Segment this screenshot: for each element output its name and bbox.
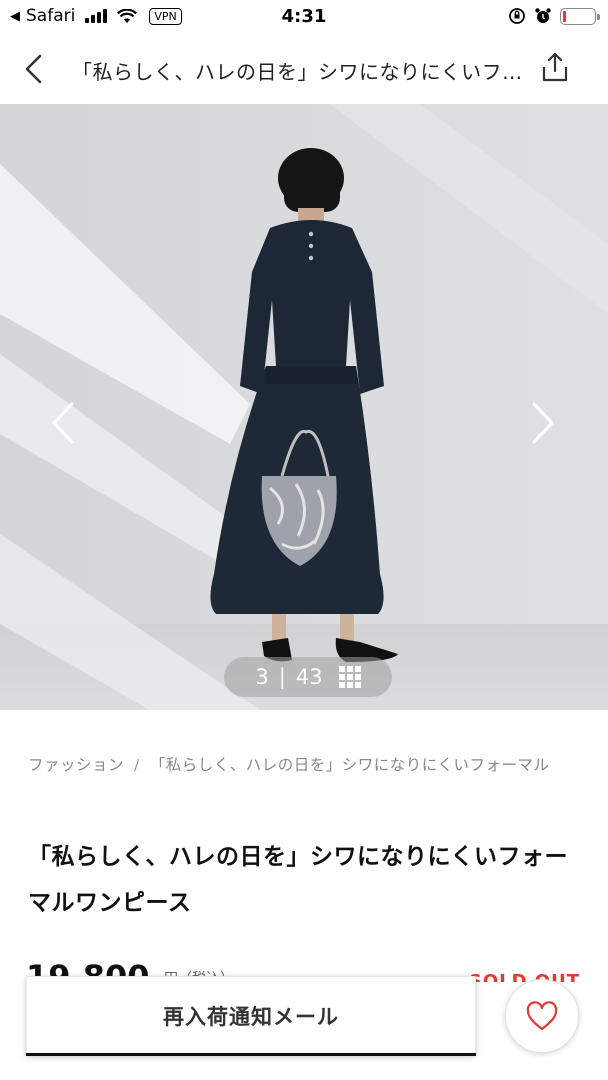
product-title: 「私らしく、ハレの日を」シワになりにくいフォーマルワンピース xyxy=(28,844,569,916)
breadcrumb: ファッション / 「私らしく、ハレの日を」シワになりにくいフォーマル xyxy=(28,752,576,779)
carousel-next-icon[interactable] xyxy=(522,398,562,448)
image-counter-total: 43 xyxy=(295,665,323,689)
back-to-app-label[interactable]: Safari xyxy=(26,6,75,26)
wifi-icon xyxy=(117,8,138,23)
breadcrumb-current: 「私らしく、ハレの日を」シワになりにくいフォーマル xyxy=(149,756,550,774)
restock-notify-button[interactable]: 再入荷通知メール xyxy=(26,976,476,1056)
image-counter-current: 3 xyxy=(255,665,269,689)
breadcrumb-fashion-link[interactable]: ファッション xyxy=(28,756,124,774)
back-to-app-icon[interactable]: ◀ xyxy=(10,9,20,24)
alarm-icon xyxy=(535,8,551,23)
page-title: 「私らしく、ハレの日を」シワになりにくいフォーマルワンピース xyxy=(72,60,527,84)
navigation-bar: 「私らしく、ハレの日を」シワになりにくいフォーマルワンピース xyxy=(0,36,608,102)
chevron-left-icon[interactable] xyxy=(20,53,48,85)
product-image-carousel[interactable]: 3 | 43 xyxy=(0,104,608,710)
product-photo xyxy=(0,104,608,710)
image-counter-separator: | xyxy=(278,665,286,689)
heart-icon xyxy=(526,1001,558,1031)
favorite-button[interactable] xyxy=(505,979,579,1053)
battery-icon xyxy=(560,7,600,25)
grid-icon[interactable] xyxy=(338,666,361,688)
carousel-prev-icon[interactable] xyxy=(44,398,84,448)
image-counter[interactable]: 3 | 43 xyxy=(224,657,392,697)
breadcrumb-separator: / xyxy=(134,756,140,774)
status-left: ◀ Safari VPN xyxy=(10,6,182,26)
orientation-lock-icon xyxy=(509,8,525,24)
status-right xyxy=(508,7,600,25)
sold-out-badge: SOLD OUT xyxy=(468,971,580,982)
cellular-signal-icon xyxy=(85,9,108,23)
status-bar: ◀ Safari VPN 4:31 xyxy=(0,0,608,36)
vpn-badge: VPN xyxy=(149,7,182,25)
share-icon[interactable] xyxy=(540,51,570,83)
notify-button-underline xyxy=(26,1053,476,1056)
